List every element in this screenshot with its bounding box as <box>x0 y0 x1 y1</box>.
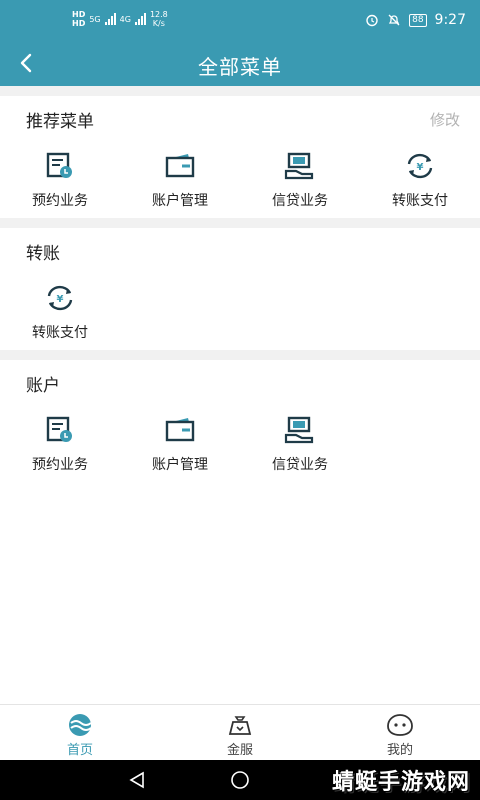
profile-face-icon <box>387 714 413 736</box>
transfer-icon: ¥ <box>407 153 433 179</box>
speed-unit: K/s <box>152 19 165 28</box>
tab-profile[interactable]: 我的 <box>360 713 440 758</box>
menu-item-transfer[interactable]: ¥ 转账支付 <box>0 284 120 342</box>
sim2-label: HD <box>72 19 86 28</box>
section-divider <box>0 218 480 228</box>
svg-text:¥: ¥ <box>417 162 424 173</box>
home-icon <box>69 714 92 736</box>
menu-item-label: 转账支付 <box>392 193 448 209</box>
menu-item-label: 预约业务 <box>32 193 88 209</box>
menu-item-appointment[interactable]: 预约业务 <box>0 416 120 474</box>
section-title-recommended: 推荐菜单 <box>26 112 94 132</box>
menu-item-label: 信贷业务 <box>272 193 328 209</box>
menu-item-label: 账户管理 <box>152 193 208 209</box>
tab-finance[interactable]: 金服 <box>200 713 280 758</box>
watermark: 蜻蜓手游戏网 <box>331 770 470 795</box>
battery-icon: 88 <box>409 13 427 27</box>
tab-label: 我的 <box>386 743 413 758</box>
time: 9:27 <box>434 12 466 28</box>
sim-labels: HD HD <box>72 10 85 28</box>
section-divider <box>0 86 480 96</box>
wallet-icon <box>165 418 195 442</box>
menu-item-account-management[interactable]: 账户管理 <box>120 152 240 210</box>
menu-item-label: 信贷业务 <box>272 457 328 473</box>
loan-icon <box>284 416 314 444</box>
transfer-icon: ¥ <box>47 285 73 311</box>
mute-bell-icon <box>388 14 400 26</box>
app-header: 全部菜单 <box>0 40 480 86</box>
appointment-icon <box>46 416 72 442</box>
sim1-label: HD <box>72 10 86 19</box>
menu-item-appointment[interactable]: 预约业务 <box>0 152 120 210</box>
menu-item-account-management[interactable]: 账户管理 <box>120 416 240 474</box>
svg-text:¥: ¥ <box>57 294 64 305</box>
wallet-icon <box>165 154 195 178</box>
tab-home[interactable]: 首页 <box>40 713 120 758</box>
nav-home-icon[interactable] <box>230 770 250 790</box>
menu-item-loan[interactable]: 信贷业务 <box>240 416 360 474</box>
network-indicators: HD HD 5G 4G 12.8 K/s <box>72 10 168 28</box>
menu-item-loan[interactable]: 信贷业务 <box>240 152 360 210</box>
menu-item-transfer[interactable]: ¥ 转账支付 <box>360 152 480 210</box>
section-title-account: 账户 <box>26 376 60 396</box>
tab-label: 金服 <box>226 743 253 758</box>
network-speed: 12.8 K/s <box>150 10 168 28</box>
speed-value: 12.8 <box>149 10 168 19</box>
loan-icon <box>284 152 314 180</box>
menu-item-label: 转账支付 <box>32 325 88 341</box>
signal1-icon <box>104 13 116 25</box>
appointment-icon <box>46 152 72 178</box>
alarm-icon <box>366 14 378 27</box>
nav-back-icon[interactable] <box>128 771 146 789</box>
edit-button[interactable]: 修改 <box>430 109 460 130</box>
menu-item-label: 账户管理 <box>152 457 208 473</box>
system-nav-bar: 蜻蜓手游戏网 <box>0 760 480 800</box>
network1-label: 5G <box>89 14 101 24</box>
section-divider <box>0 350 480 360</box>
tab-label: 首页 <box>66 743 93 758</box>
finance-bag-icon <box>228 716 252 735</box>
signal2-icon <box>134 13 146 25</box>
bottom-tab-bar: 首页 金服 我的 <box>0 704 480 761</box>
network2-label: 4G <box>119 14 131 24</box>
page-title: 全部菜单 <box>198 55 282 79</box>
status-right: 88 9:27 <box>365 12 466 28</box>
section-title-transfer: 转账 <box>26 244 60 264</box>
status-bar: HD HD 5G 4G 12.8 K/s 88 9:27 <box>0 0 480 40</box>
menu-item-label: 预约业务 <box>32 457 88 473</box>
